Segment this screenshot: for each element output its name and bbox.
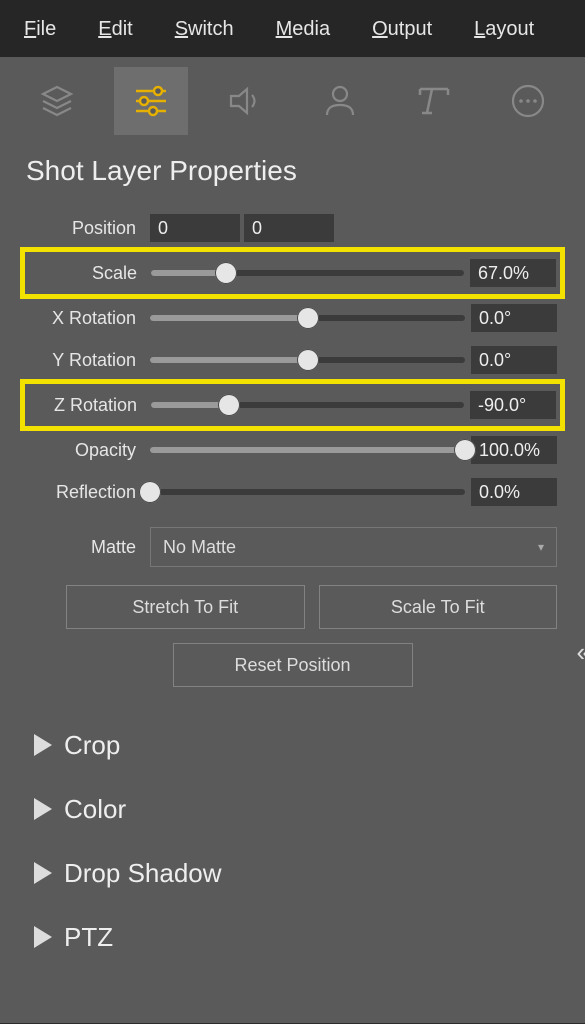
page-title: Shot Layer Properties (0, 137, 585, 201)
scale-row: Scale 67.0% (29, 252, 556, 294)
reset-position-button[interactable]: Reset Position (173, 643, 413, 687)
expand-panel-icon[interactable]: « (577, 637, 579, 668)
yrotation-value[interactable]: 0.0° (471, 346, 557, 374)
position-label: Position (28, 218, 142, 239)
triangle-right-icon (34, 734, 52, 756)
opacity-label: Opacity (28, 440, 142, 461)
menu-file[interactable]: File (24, 18, 56, 41)
section-ptz-label: PTZ (64, 922, 113, 953)
reflection-label: Reflection (28, 482, 142, 503)
section-ptz[interactable]: PTZ (34, 905, 559, 969)
scale-value[interactable]: 67.0% (470, 259, 556, 287)
matte-select[interactable]: No Matte ▾ (150, 527, 557, 567)
yrotation-label: Y Rotation (28, 350, 142, 371)
xrotation-value[interactable]: 0.0° (471, 304, 557, 332)
section-crop-label: Crop (64, 730, 120, 761)
triangle-right-icon (34, 862, 52, 884)
stretch-to-fit-button[interactable]: Stretch To Fit (66, 585, 305, 629)
position-y-input[interactable] (244, 214, 334, 242)
layers-tab[interactable] (20, 67, 94, 135)
properties-tab[interactable] (114, 67, 188, 135)
menu-bar: File Edit Switch Media Output Layout (0, 0, 585, 57)
chevron-down-icon: ▾ (538, 540, 544, 554)
section-dropshadow-label: Drop Shadow (64, 858, 222, 889)
text-tab[interactable] (397, 67, 471, 135)
yrotation-row: Y Rotation 0.0° (28, 339, 557, 381)
scale-to-fit-button[interactable]: Scale To Fit (319, 585, 558, 629)
triangle-right-icon (34, 926, 52, 948)
section-dropshadow[interactable]: Drop Shadow (34, 841, 559, 905)
more-tab[interactable] (491, 67, 565, 135)
menu-edit[interactable]: Edit (98, 18, 132, 41)
opacity-row: Opacity 100.0% (28, 429, 557, 471)
section-crop[interactable]: Crop (34, 713, 559, 777)
section-color-label: Color (64, 794, 126, 825)
triangle-right-icon (34, 798, 52, 820)
menu-output[interactable]: Output (372, 18, 432, 41)
matte-label: Matte (28, 537, 142, 558)
panel-toolbar (0, 57, 585, 137)
zrotation-value[interactable]: -90.0° (470, 391, 556, 419)
position-x-input[interactable] (150, 214, 240, 242)
position-row: Position (28, 207, 557, 249)
reflection-slider[interactable] (150, 479, 465, 505)
menu-layout[interactable]: Layout (474, 18, 534, 41)
menu-switch[interactable]: Switch (175, 18, 234, 41)
opacity-value[interactable]: 100.0% (471, 436, 557, 464)
reflection-value[interactable]: 0.0% (471, 478, 557, 506)
zrotation-slider[interactable] (151, 392, 464, 418)
section-color[interactable]: Color (34, 777, 559, 841)
zrotation-label: Z Rotation (29, 395, 143, 416)
zrotation-row: Z Rotation -90.0° (29, 384, 556, 426)
scale-slider[interactable] (151, 260, 464, 286)
person-tab[interactable] (303, 67, 377, 135)
xrotation-row: X Rotation 0.0° (28, 297, 557, 339)
scale-label: Scale (29, 263, 143, 284)
xrotation-slider[interactable] (150, 305, 465, 331)
menu-media[interactable]: Media (276, 18, 330, 41)
audio-tab[interactable] (208, 67, 282, 135)
yrotation-slider[interactable] (150, 347, 465, 373)
opacity-slider[interactable] (150, 437, 465, 463)
matte-row: Matte No Matte ▾ (28, 523, 557, 571)
xrotation-label: X Rotation (28, 308, 142, 329)
matte-value: No Matte (163, 537, 236, 558)
reflection-row: Reflection 0.0% (28, 471, 557, 513)
